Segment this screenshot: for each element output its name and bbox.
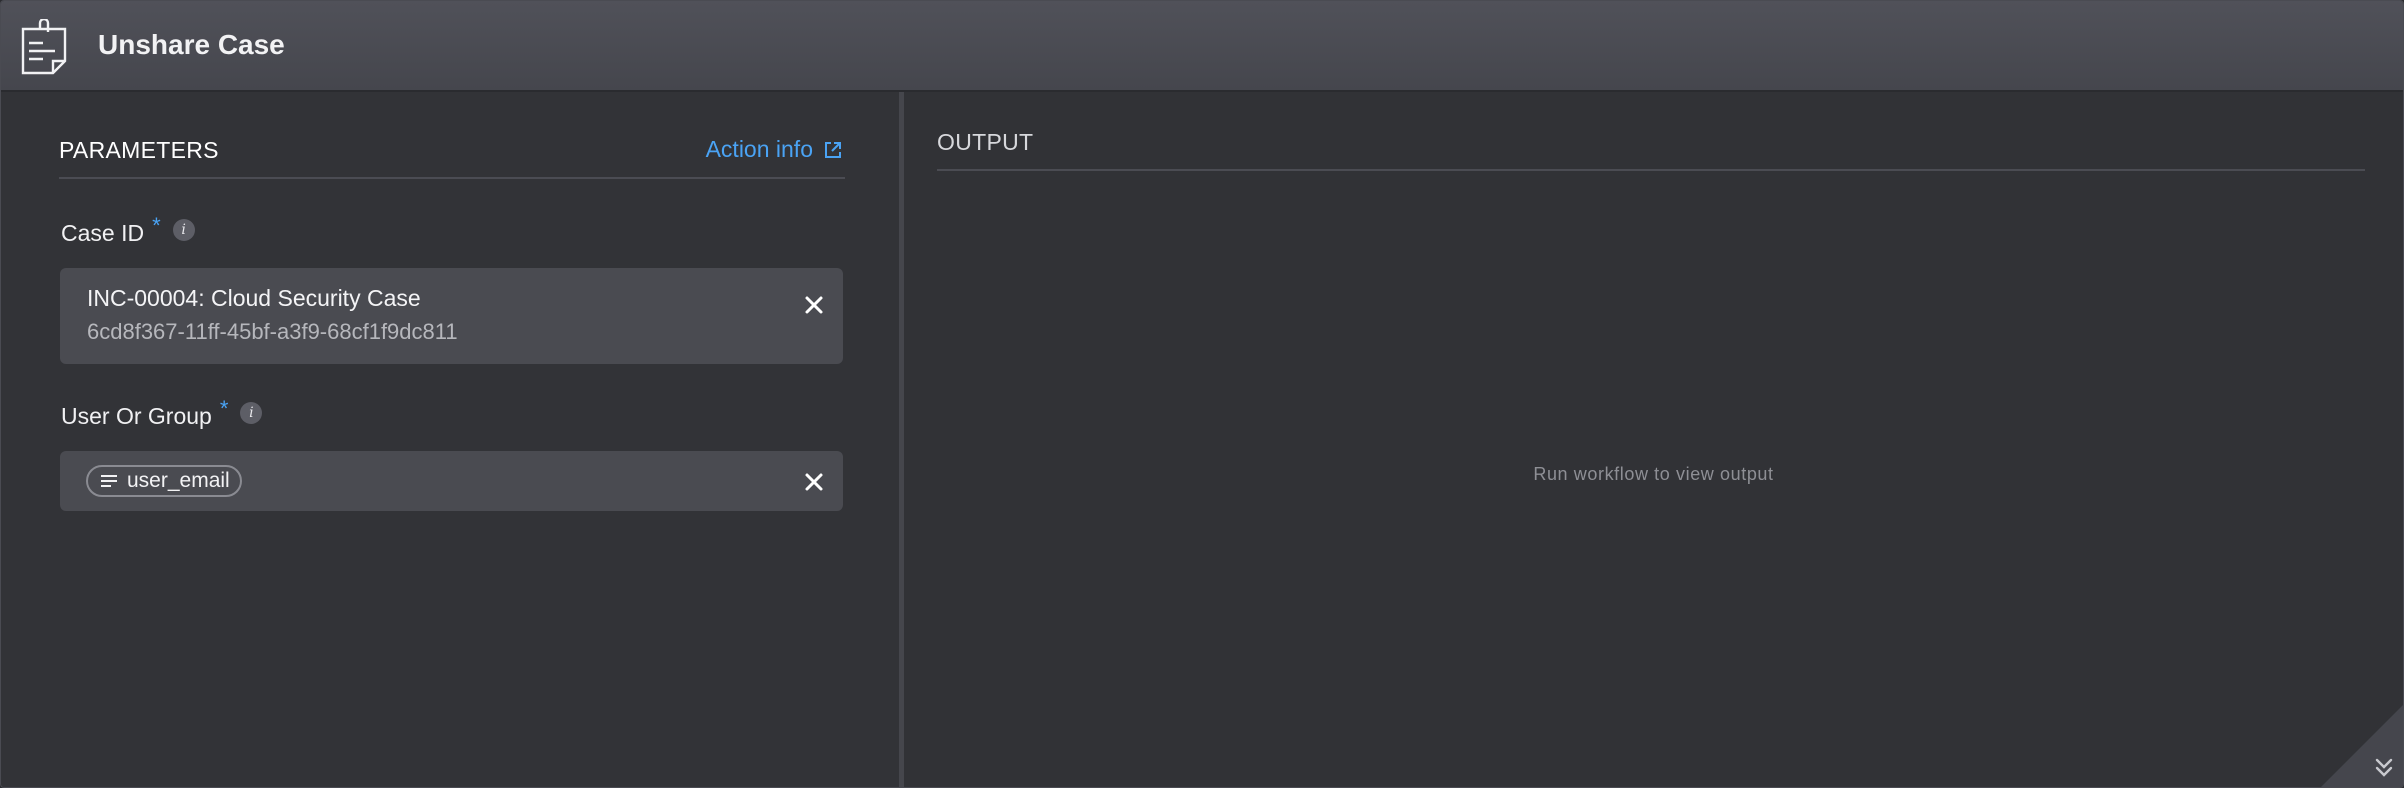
parameters-divider (59, 177, 845, 179)
close-icon[interactable] (803, 294, 825, 316)
case-id-label: Case ID (61, 220, 145, 246)
external-link-icon (825, 141, 841, 158)
variable-chip-label: user_email (127, 469, 230, 492)
action-info-label: Action info (705, 136, 813, 162)
case-id-field[interactable]: INC-00004: Cloud Security Case 6cd8f367-… (60, 268, 843, 364)
output-panel: OUTPUT Run workflow to view output (904, 92, 2403, 787)
info-icon[interactable]: i (240, 401, 263, 424)
user-or-group-label: User Or Group (61, 403, 212, 429)
parameters-panel: PARAMETERS Action info Case ID * i INC-0… (1, 92, 899, 787)
output-divider (937, 169, 2365, 171)
action-info-link[interactable]: Action info (706, 136, 843, 163)
info-icon[interactable]: i (172, 218, 195, 241)
text-lines-icon (101, 475, 117, 487)
parameters-heading: PARAMETERS (59, 137, 219, 163)
required-asterisk: * (152, 212, 161, 238)
user-or-group-label-row: User Or Group * i (61, 396, 263, 430)
output-placeholder: Run workflow to view output (1533, 464, 1774, 484)
case-id-value-id: 6cd8f367-11ff-45bf-a3f9-68cf1f9dc811 (87, 319, 458, 344)
required-asterisk: * (219, 395, 229, 421)
case-id-value-title: INC-00004: Cloud Security Case (87, 285, 421, 311)
output-heading: OUTPUT (937, 129, 1034, 155)
page-title: Unshare Case (98, 29, 285, 60)
header-bar: Unshare Case (1, 1, 2403, 92)
case-id-label-row: Case ID * i (61, 213, 195, 247)
user-or-group-field[interactable]: user_email (60, 451, 843, 511)
unshare-case-window: Unshare Case PARAMETERS Action info Case… (0, 0, 2404, 788)
clipboard-note-icon (21, 19, 67, 75)
close-icon[interactable] (803, 471, 825, 493)
variable-chip[interactable]: user_email (86, 465, 242, 497)
collapse-corner[interactable] (2321, 705, 2403, 787)
